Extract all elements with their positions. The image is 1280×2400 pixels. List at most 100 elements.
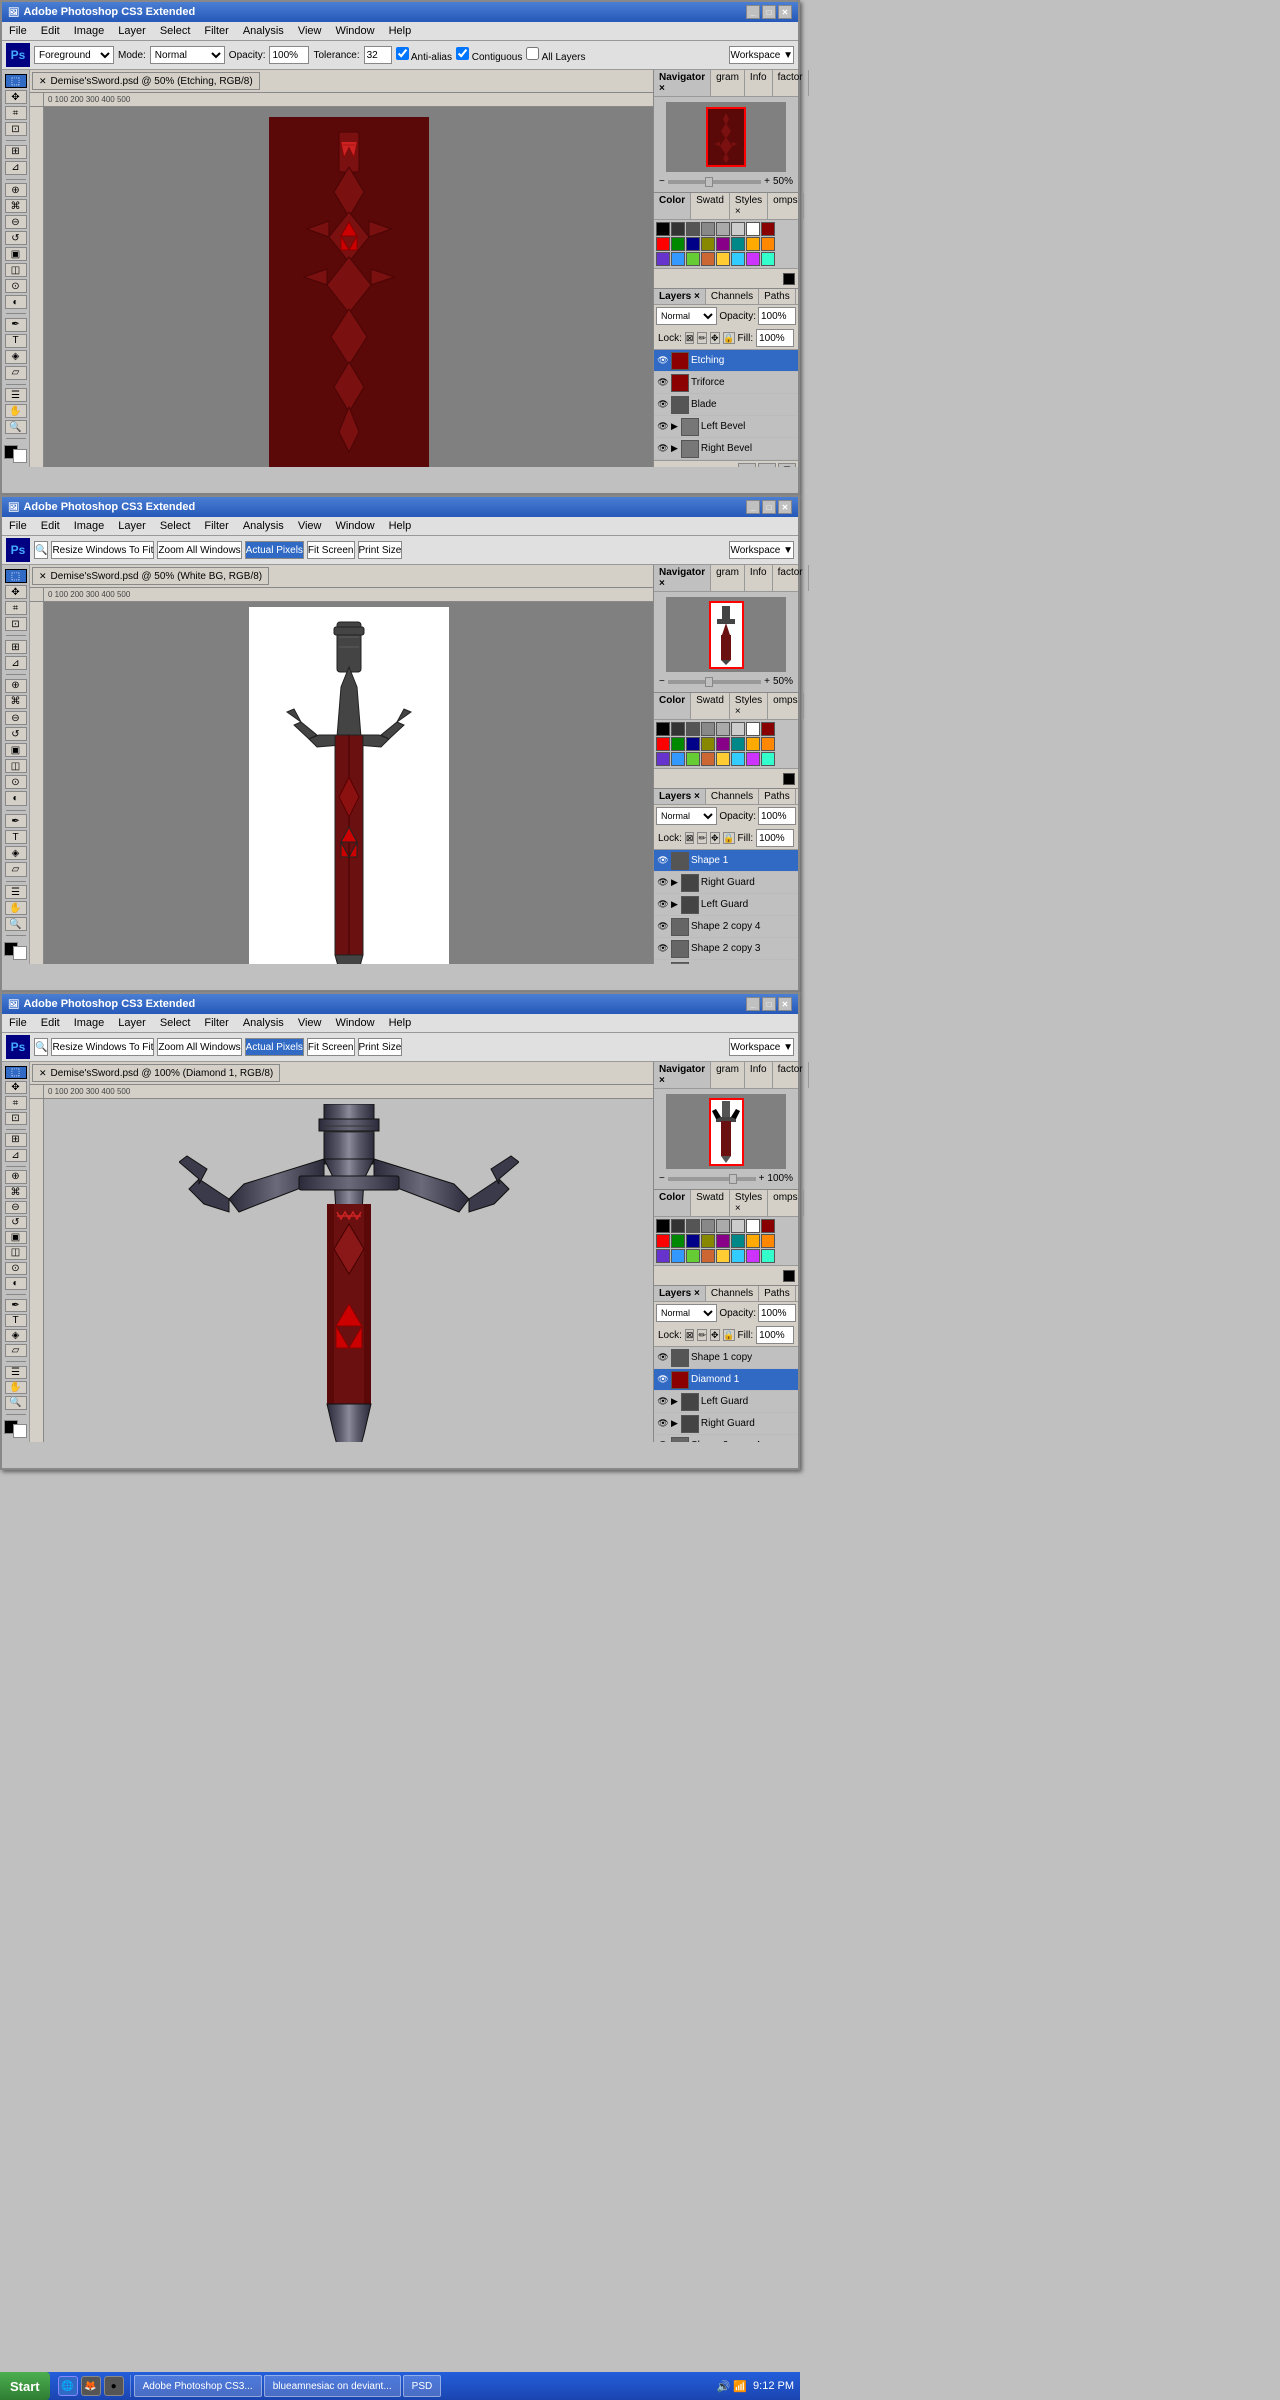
layer-expand-leftguard2[interactable]: ▶ bbox=[671, 899, 678, 910]
swatch3-5[interactable] bbox=[731, 1219, 745, 1233]
gram-tab-1[interactable]: gram bbox=[711, 70, 745, 96]
doc-tab-1[interactable]: ✕ Demise'sSword.psd @ 50% (Etching, RGB/… bbox=[32, 72, 260, 90]
tool-history-3[interactable]: ↺ bbox=[5, 1216, 27, 1229]
layer-row-s2c4b[interactable]: 👁 Shape 2 copy 4 bbox=[654, 1435, 798, 1442]
menu-filter-3[interactable]: Filter bbox=[201, 1016, 231, 1030]
swatch2-11[interactable] bbox=[701, 737, 715, 751]
tool-dodge-3[interactable]: ◐ bbox=[5, 1277, 27, 1290]
opacity-input-1[interactable] bbox=[269, 46, 309, 64]
tool-note-3[interactable]: ☰ bbox=[5, 1366, 27, 1379]
factor-tab-1[interactable]: factor bbox=[773, 70, 809, 96]
fit-screen-btn-3[interactable]: Fit Screen bbox=[307, 1038, 355, 1056]
swatd-tab-3[interactable]: Swatd bbox=[691, 1190, 730, 1216]
menu-help-1[interactable]: Help bbox=[386, 24, 415, 38]
layer-row-leftguard2[interactable]: 👁 ▶ Left Guard bbox=[654, 894, 798, 916]
zoom-slider-3[interactable] bbox=[668, 1177, 756, 1181]
print-size-btn-3[interactable]: Print Size bbox=[358, 1038, 403, 1056]
tool-move-1[interactable]: ✥ bbox=[5, 90, 27, 104]
search-input-2[interactable]: 🔍 bbox=[34, 541, 48, 559]
swatch-17[interactable] bbox=[671, 252, 685, 266]
swatch2-9[interactable] bbox=[671, 737, 685, 751]
swatch-4[interactable] bbox=[716, 222, 730, 236]
layer-fill-1[interactable] bbox=[756, 329, 794, 347]
bg-color-1[interactable] bbox=[13, 449, 27, 463]
swatch-23[interactable] bbox=[761, 252, 775, 266]
tool-blur-1[interactable]: ⊙ bbox=[5, 279, 27, 293]
info-tab-2[interactable]: Info bbox=[745, 565, 773, 591]
info-tab-1[interactable]: Info bbox=[745, 70, 773, 96]
tool-pen-2[interactable]: ✒ bbox=[5, 814, 27, 828]
channels-tab-2[interactable]: Channels bbox=[706, 789, 759, 804]
swatch2-0[interactable] bbox=[656, 722, 670, 736]
swatch-15[interactable] bbox=[761, 237, 775, 251]
tool-brush-3[interactable]: ⌘ bbox=[5, 1186, 27, 1199]
swatch-19[interactable] bbox=[701, 252, 715, 266]
mode-select-1[interactable]: Normal bbox=[150, 46, 225, 64]
layer-eye-rightbevel[interactable]: 👁 bbox=[657, 443, 669, 455]
swatch2-2[interactable] bbox=[686, 722, 700, 736]
layer-eye-s2c4[interactable]: 👁 bbox=[657, 921, 669, 933]
swatch3-23[interactable] bbox=[761, 1249, 775, 1263]
lock-2c[interactable]: ✥ bbox=[710, 832, 720, 844]
doc-tab-close-3[interactable]: ✕ bbox=[39, 1068, 47, 1079]
layer-fill-3[interactable] bbox=[756, 1326, 794, 1344]
tool-dodge-1[interactable]: ◐ bbox=[5, 295, 27, 309]
layer-expand-lg3[interactable]: ▶ bbox=[671, 1396, 678, 1407]
zoom-plus-2[interactable]: + bbox=[764, 676, 770, 687]
doc-tab-close-2[interactable]: ✕ bbox=[39, 571, 47, 582]
layers-tab-3[interactable]: Layers × bbox=[654, 1286, 706, 1301]
taskbar-psd-btn[interactable]: PSD bbox=[403, 2375, 442, 2397]
channels-tab-1[interactable]: Channels bbox=[706, 289, 759, 304]
tool-text-2[interactable]: T bbox=[5, 830, 27, 844]
all-layers-check-1[interactable]: All Layers bbox=[526, 47, 585, 63]
swatch3-10[interactable] bbox=[686, 1234, 700, 1248]
canvas-viewport-3[interactable] bbox=[44, 1099, 653, 1442]
canvas-viewport-1[interactable] bbox=[44, 107, 653, 467]
tool-shape-2[interactable]: ▱ bbox=[5, 862, 27, 876]
actual-pixels-btn-3[interactable]: Actual Pixels bbox=[245, 1038, 304, 1056]
tool-hand-2[interactable]: ✋ bbox=[5, 901, 27, 915]
nav-tab-1[interactable]: Navigator × bbox=[654, 70, 711, 96]
zoom-all-btn-3[interactable]: Zoom All Windows bbox=[157, 1038, 241, 1056]
minimize-btn-1[interactable]: _ bbox=[746, 5, 760, 19]
tool-stamp-1[interactable]: ⊖ bbox=[5, 215, 27, 229]
factor-tab-2[interactable]: factor bbox=[773, 565, 809, 591]
layer-eye-triforce[interactable]: 👁 bbox=[657, 377, 669, 389]
tool-shape-3[interactable]: ▱ bbox=[5, 1344, 27, 1357]
tool-history-2[interactable]: ↺ bbox=[5, 727, 27, 741]
fit-screen-btn-2[interactable]: Fit Screen bbox=[307, 541, 355, 559]
close-btn-2[interactable]: ✕ bbox=[778, 500, 792, 514]
gram-tab-3[interactable]: gram bbox=[711, 1062, 745, 1088]
tool-text-3[interactable]: T bbox=[5, 1314, 27, 1327]
tool-text-1[interactable]: T bbox=[5, 334, 27, 348]
menu-view-2[interactable]: View bbox=[295, 519, 325, 533]
tool-gradient-1[interactable]: ◫ bbox=[5, 263, 27, 277]
tool-note-2[interactable]: ☰ bbox=[5, 885, 27, 899]
info-tab-3[interactable]: Info bbox=[745, 1062, 773, 1088]
swatch-12[interactable] bbox=[716, 237, 730, 251]
swatch2-6[interactable] bbox=[746, 722, 760, 736]
tool-shape-1[interactable]: ▱ bbox=[5, 366, 27, 380]
swatch-2[interactable] bbox=[686, 222, 700, 236]
swatch2-23[interactable] bbox=[761, 752, 775, 766]
tool-pen-3[interactable]: ✒ bbox=[5, 1299, 27, 1312]
tool-lasso-2[interactable]: ⌗ bbox=[5, 601, 27, 615]
swatch3-6[interactable] bbox=[746, 1219, 760, 1233]
layer-row-leftbevel[interactable]: 👁 ▶ Left Bevel bbox=[654, 416, 798, 438]
workspace-btn-3[interactable]: Workspace ▼ bbox=[729, 1038, 794, 1056]
doc-tab-close-1[interactable]: ✕ bbox=[39, 76, 47, 87]
tool-path-2[interactable]: ◈ bbox=[5, 846, 27, 860]
layer-expand-rg3[interactable]: ▶ bbox=[671, 1418, 678, 1429]
zoom-slider-1[interactable] bbox=[668, 180, 761, 184]
swatch-14[interactable] bbox=[746, 237, 760, 251]
swatch3-16[interactable] bbox=[656, 1249, 670, 1263]
tool-brush-2[interactable]: ⌘ bbox=[5, 695, 27, 709]
tool-hand-1[interactable]: ✋ bbox=[5, 404, 27, 418]
tool-lasso-3[interactable]: ⌗ bbox=[5, 1096, 27, 1109]
taskbar-ff-icon[interactable]: 🦊 bbox=[81, 2376, 101, 2396]
menu-edit-1[interactable]: Edit bbox=[38, 24, 63, 38]
delete-layer-btn-1[interactable]: 🗑 bbox=[778, 463, 796, 467]
active-color-2[interactable] bbox=[783, 773, 795, 785]
swatch-3[interactable] bbox=[701, 222, 715, 236]
tool-heal-2[interactable]: ⊕ bbox=[5, 679, 27, 693]
